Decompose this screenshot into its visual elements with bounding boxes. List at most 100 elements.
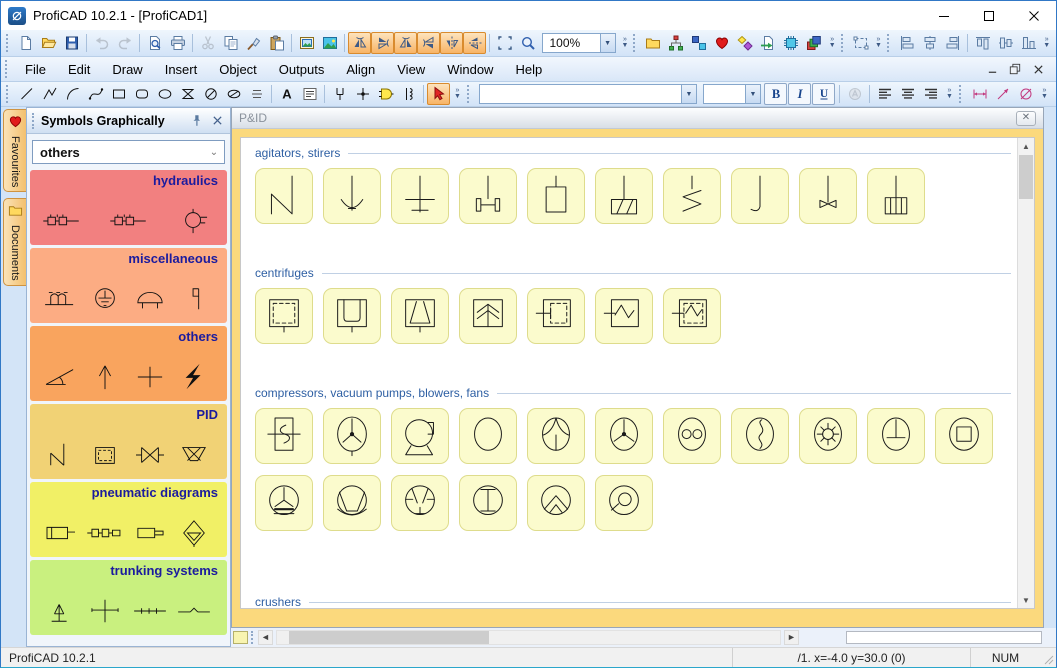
toolbar-grip[interactable] [467,85,472,103]
menu-file[interactable]: File [14,58,57,81]
rotate-left-button[interactable] [348,32,372,54]
scheme-network-button[interactable] [665,32,688,54]
arc-button[interactable] [61,83,84,105]
symbol-tile-co-rotary[interactable] [935,408,993,464]
mdi-minimize-button[interactable] [982,61,1002,78]
symbols-category-dropdown[interactable]: others ⌄ [32,140,225,164]
symbol-tile-ce-vibrating-dashed[interactable] [663,288,721,344]
menu-insert[interactable]: Insert [154,58,209,81]
flip-down-button[interactable] [417,32,441,54]
text-block-button[interactable] [298,83,321,105]
horizontal-scroll-track[interactable] [276,630,781,645]
print-preview-button[interactable] [143,32,166,54]
favourites-heart-button[interactable] [711,32,734,54]
group-rect-button[interactable] [849,32,872,54]
ellipse-crossed-button[interactable] [222,83,245,105]
maximize-button[interactable] [966,1,1011,30]
scroll-right-icon[interactable]: ► [784,630,799,645]
document-close-button[interactable]: ✕ [1016,110,1036,126]
menu-view[interactable]: View [386,58,436,81]
select-area-button[interactable] [493,32,516,54]
ellipse-button[interactable] [153,83,176,105]
talign-center-button[interactable] [896,83,919,105]
symbol-tile-ce-cone[interactable] [391,288,449,344]
font-combo[interactable]: ▼ [479,84,697,104]
horizontal-scroll-thumb[interactable] [289,631,489,644]
toolbar-overflow-button[interactable]: » ▼ [873,32,884,54]
mdi-restore-button[interactable] [1005,61,1025,78]
align-middle-button[interactable] [994,32,1017,54]
align-top-button[interactable] [971,32,994,54]
scroll-down-icon[interactable]: ▼ [1018,592,1034,608]
symbol-tile-ag-turbine[interactable] [867,168,925,224]
save-button[interactable] [60,32,83,54]
category-card-miscellaneous[interactable]: miscellaneous [30,248,227,323]
underline-button[interactable]: U [812,83,835,105]
menu-draw[interactable]: Draw [101,58,153,81]
bezier-button[interactable] [84,83,107,105]
new-button[interactable] [14,32,37,54]
line-button[interactable] [15,83,38,105]
connector-fork-button[interactable] [328,83,351,105]
page-tab[interactable] [233,631,248,644]
symbol-tile-co2-chevron[interactable] [527,475,585,531]
pin-icon[interactable] [188,113,204,129]
mirror-horizontal-button[interactable] [440,32,464,54]
toolbar-grip[interactable] [886,34,891,52]
symbol-tile-co2-trap[interactable] [323,475,381,531]
vertical-scrollbar[interactable]: ▲ ▼ [1017,138,1034,608]
mirror-left-button[interactable] [463,32,487,54]
toolbar-overflow-button[interactable]: » ▼ [1038,83,1051,105]
menu-object[interactable]: Object [208,58,268,81]
symbol-tile-co-duct-fan[interactable] [255,408,313,464]
toolbar-overflow-button[interactable]: » ▼ [943,83,956,105]
hourglass-button[interactable] [176,83,199,105]
scroll-up-icon[interactable]: ▲ [1018,138,1034,154]
symbol-tile-co2-ibeam[interactable] [459,475,517,531]
menu-edit[interactable]: Edit [57,58,101,81]
gate-d-button[interactable] [374,83,397,105]
menu-align[interactable]: Align [335,58,386,81]
hatch-lines-button[interactable] [245,83,268,105]
image-frame-button[interactable] [295,32,318,54]
toolbar-overflow-button[interactable]: » ▼ [620,32,631,54]
panel-grip[interactable] [32,112,36,129]
copy-button[interactable] [219,32,242,54]
document-title-bar[interactable]: P&ID ✕ [232,108,1043,129]
symbol-tile-co-gear[interactable] [799,408,857,464]
pointer-red-button[interactable] [427,83,450,105]
symbol-tile-co-piston[interactable] [867,408,925,464]
paste-button[interactable] [265,32,288,54]
category-card-others[interactable]: others [30,326,227,401]
resize-grip[interactable] [1040,648,1056,667]
menu-window[interactable]: Window [436,58,504,81]
chip-button[interactable] [780,32,803,54]
symbol-tile-co-axial-fan[interactable] [323,408,381,464]
symbol-tile-co-liquid-ring[interactable] [391,408,449,464]
align-left-button[interactable] [895,32,918,54]
zoom-combo-arrow-icon[interactable]: ▼ [599,34,615,52]
align-right-button[interactable] [941,32,964,54]
symbols-pair-button[interactable] [688,32,711,54]
side-tab-favourites[interactable]: Favourites [3,109,26,193]
symbol-tile-co-radial[interactable] [527,408,585,464]
symbol-tile-ag-anchor[interactable] [323,168,381,224]
dim-diameter-button[interactable] [1014,83,1037,105]
format-painter-button[interactable] [242,32,265,54]
polyline-button[interactable] [38,83,61,105]
scroll-left-icon[interactable]: ◄ [258,630,273,645]
panel-close-icon[interactable] [209,113,225,129]
toolbar-grip[interactable] [6,85,11,103]
toolbar-overflow-button[interactable]: » ▼ [1041,32,1052,54]
rotate-right-button[interactable] [394,32,418,54]
rectangle-button[interactable] [107,83,130,105]
coil-button[interactable] [397,83,420,105]
align-center-h-button[interactable] [918,32,941,54]
symbol-tile-ce-dashed[interactable] [255,288,313,344]
zoom-lens-button[interactable] [516,32,539,54]
symbol-tile-co-screw[interactable] [731,408,789,464]
category-card-pid[interactable]: PID [30,404,227,479]
mdi-close-button[interactable] [1028,61,1048,78]
toolbar-grip[interactable] [840,34,845,52]
image-button[interactable] [318,32,341,54]
